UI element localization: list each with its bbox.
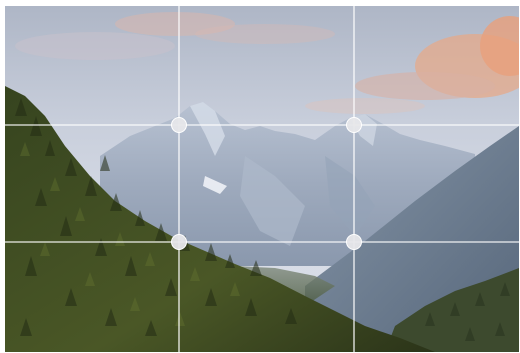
image-canvas[interactable] <box>5 6 519 352</box>
intersection-handle-bottom-right[interactable] <box>346 234 362 250</box>
intersection-handle-top-left[interactable] <box>171 117 187 133</box>
intersection-handle-top-right[interactable] <box>346 117 362 133</box>
intersection-handle-bottom-left[interactable] <box>171 234 187 250</box>
rule-of-thirds-overlay <box>5 6 519 352</box>
